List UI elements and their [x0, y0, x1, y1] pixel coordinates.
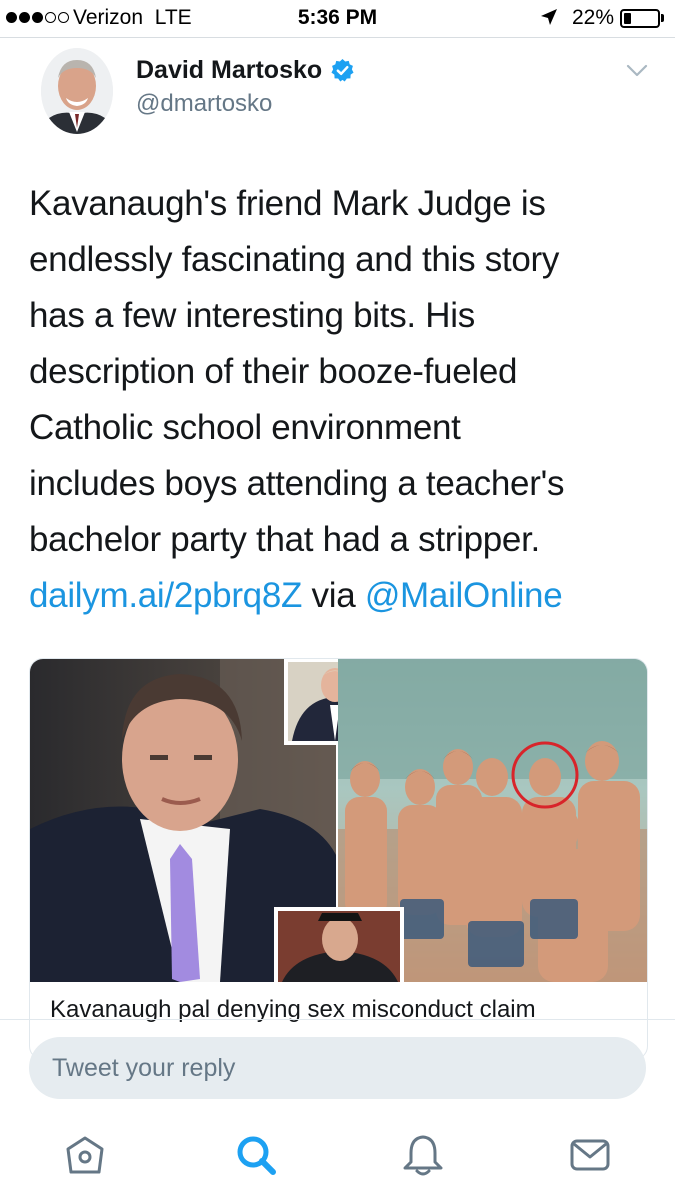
- tweet-text-line: endlessly fascinating and this story: [29, 240, 560, 279]
- tweet-text-line: bachelor party that had a stripper.: [29, 520, 540, 559]
- author-name[interactable]: David Martosko: [136, 56, 355, 85]
- tweet-text: Kavanaugh's friend Mark Judge is endless…: [29, 176, 649, 624]
- battery-icon: [620, 9, 660, 28]
- status-bar: Verizon LTE 5:36 PM 22%: [0, 0, 675, 36]
- reply-placeholder: Tweet your reply: [52, 1054, 236, 1082]
- link-preview-card[interactable]: Kavanaugh pal denying sex misconduct cla…: [29, 658, 648, 1060]
- tweet-text-line: Kavanaugh's friend Mark Judge is: [29, 184, 546, 223]
- battery-percent: 22%: [572, 6, 615, 29]
- search-icon[interactable]: [234, 1133, 278, 1177]
- card-image[interactable]: [30, 659, 647, 982]
- tweet-text-line: includes boys attending a teacher's: [29, 464, 565, 503]
- reply-input[interactable]: Tweet your reply: [29, 1037, 646, 1099]
- mention-link[interactable]: @MailOnline: [365, 576, 563, 615]
- via-label: via: [311, 576, 356, 615]
- location-arrow-icon: [541, 9, 557, 25]
- author-handle[interactable]: @dmartosko: [136, 90, 272, 118]
- tweet-link[interactable]: dailym.ai/2pbrq8Z: [29, 576, 302, 615]
- tweet-text-line: description of their booze-fueled: [29, 352, 518, 391]
- chevron-down-icon[interactable]: [626, 64, 648, 78]
- tweet-text-line: has a few interesting bits. His: [29, 296, 475, 335]
- tweet-text-line: Catholic school environment: [29, 408, 461, 447]
- verified-badge-icon: [331, 59, 354, 82]
- notifications-icon[interactable]: [401, 1133, 445, 1177]
- avatar[interactable]: [41, 48, 113, 134]
- home-icon[interactable]: [63, 1133, 107, 1177]
- messages-icon[interactable]: [568, 1133, 612, 1177]
